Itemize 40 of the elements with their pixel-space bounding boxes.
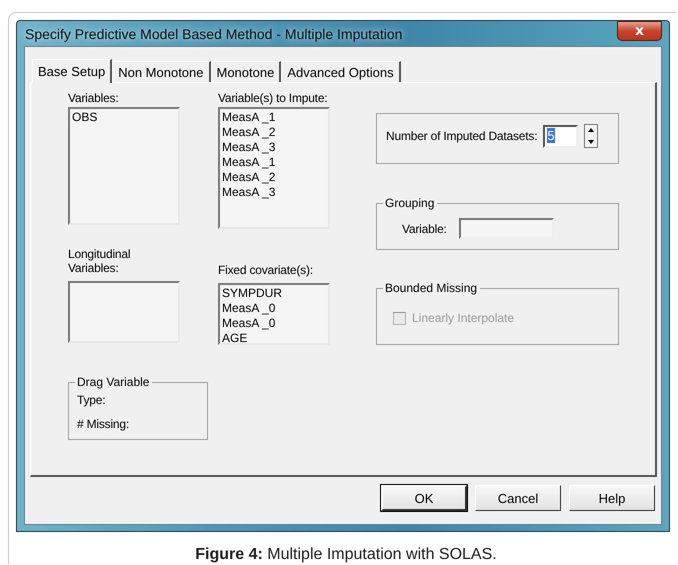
spin-arrows-icon[interactable] — [584, 124, 598, 148]
dialog-button[interactable]: Cancel — [475, 485, 561, 511]
field-label: Number of Imputed Datasets: — [386, 129, 538, 143]
list-item[interactable]: MeasA _2 — [222, 170, 326, 185]
close-button[interactable]: x — [617, 21, 662, 41]
list-item[interactable]: MeasA _2 — [222, 125, 326, 140]
group-title: Grouping — [383, 196, 438, 210]
figure-caption: Figure 4: Multiple Imputation with SOLAS. — [194, 546, 498, 564]
field-label: Longitudinal Variables: — [68, 247, 132, 275]
list-item[interactable]: MeasA _3 — [222, 140, 326, 155]
number-field[interactable]: 5 — [543, 124, 578, 148]
field-label: # Missing: — [77, 417, 130, 431]
field-label: Variable(s) to Impute: — [218, 91, 328, 105]
field-label: Fixed covariate(s): — [218, 263, 314, 277]
list-item[interactable]: SYMPDUR — [222, 286, 326, 301]
tab[interactable]: Monotone — [210, 61, 282, 82]
checkbox-label: Linearly Interpolate — [412, 311, 514, 325]
list-item[interactable]: MeasA _3 — [222, 185, 326, 200]
impute-list[interactable]: MeasA _1 MeasA _2 MeasA _3 MeasA _1 MeasA _2 MeasA _3 — [218, 107, 330, 229]
group-title: Bounded Missing — [383, 281, 480, 295]
list-item[interactable]: MeasA _0 — [222, 316, 326, 331]
dialog-button[interactable]: OK — [381, 485, 467, 511]
list-item[interactable]: MeasA _1 — [222, 110, 326, 125]
window-title: Specify Predictive Model Based Method - Multiple Imputation — [24, 26, 402, 42]
covariates-list[interactable]: SYMPDUR MeasA _0 MeasA _0 AGE — [218, 283, 330, 345]
field-label: Type: — [77, 393, 106, 407]
list-item[interactable]: AGE — [222, 331, 326, 346]
list-item[interactable]: MeasA _1 — [222, 155, 326, 170]
field-label: Variable: — [402, 222, 447, 236]
group-title: Drag Variable — [75, 375, 152, 389]
variables-list[interactable]: OBS — [68, 107, 180, 225]
tab[interactable]: Non Monotone — [112, 61, 210, 82]
dialog-button[interactable]: Help — [569, 485, 655, 511]
list-item[interactable]: OBS — [72, 110, 176, 125]
list-item[interactable]: MeasA _0 — [222, 301, 326, 316]
field-label: Variables: — [68, 91, 120, 105]
tab[interactable]: Base Setup — [32, 59, 112, 83]
variable-field[interactable] — [458, 218, 554, 239]
longitudinal-list[interactable] — [68, 281, 180, 343]
tab[interactable]: Advanced Options — [281, 61, 401, 82]
